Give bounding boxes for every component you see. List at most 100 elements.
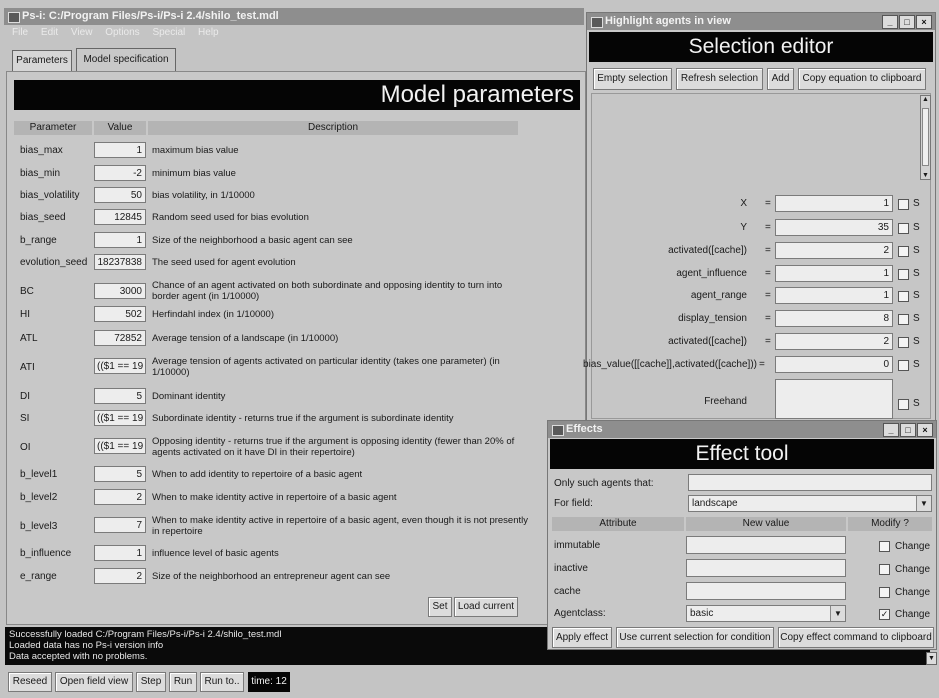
param-value-field[interactable]: 3000: [94, 283, 146, 299]
param-value-field[interactable]: 5: [94, 388, 146, 404]
freehand-input[interactable]: [775, 379, 893, 419]
empty-selection-button[interactable]: Empty selection: [593, 68, 672, 90]
field-checkbox[interactable]: [898, 246, 909, 257]
param-value-field[interactable]: (($1 == 19: [94, 438, 146, 454]
change-checkbox[interactable]: [879, 564, 890, 575]
field-value-input[interactable]: 0: [775, 356, 893, 373]
selection-scrollbar[interactable]: ▲ ▼: [920, 95, 931, 180]
set-button[interactable]: Set: [428, 597, 452, 617]
close-icon[interactable]: ×: [917, 423, 933, 437]
attribute-value-input[interactable]: [686, 582, 846, 600]
field-label: bias_value([[cache]],activated([cache])): [583, 359, 757, 370]
field-value-input[interactable]: 8: [775, 310, 893, 327]
param-value-field[interactable]: 1: [94, 545, 146, 561]
field-checkbox[interactable]: [898, 360, 909, 371]
checkbox-label: S: [913, 222, 920, 233]
param-value-field[interactable]: 1: [94, 142, 146, 158]
attribute-row: inactive Change: [548, 559, 936, 579]
attribute-value-input[interactable]: [686, 559, 846, 577]
menu-file[interactable]: File: [12, 27, 28, 38]
param-value-field[interactable]: 7: [94, 517, 146, 533]
equals-sign: =: [765, 268, 771, 279]
field-label: agent_range: [690, 290, 747, 301]
param-value-field[interactable]: -2: [94, 165, 146, 181]
model-parameters-title: Model parameters: [380, 81, 574, 108]
checkbox-label: S: [913, 336, 920, 347]
freehand-checkbox[interactable]: [898, 399, 909, 410]
field-checkbox[interactable]: [898, 291, 909, 302]
tab-model-specification[interactable]: Model specification: [76, 48, 176, 71]
param-value-field[interactable]: 1: [94, 232, 146, 248]
run-button[interactable]: Run: [169, 672, 197, 692]
field-value-input[interactable]: 1: [775, 287, 893, 304]
change-checkbox[interactable]: ✓: [879, 609, 890, 620]
add-button[interactable]: Add: [767, 68, 794, 90]
open-field-view-button[interactable]: Open field view: [55, 672, 133, 692]
field-checkbox[interactable]: [898, 337, 909, 348]
condition-input[interactable]: [688, 474, 932, 491]
param-value-field[interactable]: 502: [94, 306, 146, 322]
field-value-input[interactable]: 2: [775, 333, 893, 350]
selection-title-bar[interactable]: Highlight agents in view _ □ ×: [587, 13, 935, 30]
param-value-field[interactable]: 2: [94, 568, 146, 584]
step-button[interactable]: Step: [136, 672, 166, 692]
equals-sign: =: [759, 359, 765, 370]
field-value-input[interactable]: 1: [775, 195, 893, 212]
field-value-input[interactable]: 2: [775, 242, 893, 259]
agentclass-select[interactable]: basic ▼: [686, 605, 846, 622]
field-checkbox[interactable]: [898, 314, 909, 325]
change-checkbox[interactable]: [879, 587, 890, 598]
close-icon[interactable]: ×: [916, 15, 932, 29]
refresh-selection-button[interactable]: Refresh selection: [676, 68, 763, 90]
field-checkbox[interactable]: [898, 223, 909, 234]
use-current-selection-button[interactable]: Use current selection for condition: [616, 627, 774, 648]
run-to-button[interactable]: Run to..: [200, 672, 244, 692]
param-name: DI: [20, 391, 30, 402]
scroll-up-icon: ▲: [922, 96, 929, 103]
menu-help[interactable]: Help: [198, 27, 219, 38]
param-value-field[interactable]: (($1 == 19: [94, 358, 146, 374]
minimize-icon[interactable]: _: [883, 423, 899, 437]
checkmark-icon: ✓: [880, 609, 889, 619]
main-title-bar[interactable]: Ps-i: C:/Program Files/Ps-i/Ps-i 2.4/shi…: [4, 8, 584, 25]
log-scrollbar[interactable]: ▼: [926, 652, 937, 665]
maximize-icon[interactable]: □: [899, 15, 915, 29]
param-value-field[interactable]: 72852: [94, 330, 146, 346]
effects-title-bar[interactable]: Effects _ □ ×: [548, 421, 936, 438]
maximize-icon[interactable]: □: [900, 423, 916, 437]
field-label: activated([cache]): [668, 336, 747, 347]
reseed-button[interactable]: Reseed: [8, 672, 52, 692]
menu-edit[interactable]: Edit: [41, 27, 58, 38]
field-checkbox[interactable]: [898, 269, 909, 280]
param-value-field[interactable]: 5: [94, 466, 146, 482]
tab-parameters[interactable]: Parameters: [12, 50, 72, 71]
param-value-field[interactable]: (($1 == 19: [94, 410, 146, 426]
checkbox-label: S: [913, 398, 920, 409]
field-label: display_tension: [678, 313, 747, 324]
attribute-value-input[interactable]: [686, 536, 846, 554]
selection-window: Highlight agents in view _ □ × Selection…: [583, 12, 936, 422]
field-value-input[interactable]: 35: [775, 219, 893, 236]
param-value-field[interactable]: 12845: [94, 209, 146, 225]
copy-equation-button[interactable]: Copy equation to clipboard: [798, 68, 926, 90]
scroll-thumb[interactable]: [922, 108, 929, 166]
param-value-field[interactable]: 50: [94, 187, 146, 203]
attribute-name: inactive: [554, 563, 588, 574]
field-value-input[interactable]: 1: [775, 265, 893, 282]
minimize-icon[interactable]: _: [882, 15, 898, 29]
field-checkbox[interactable]: [898, 199, 909, 210]
load-current-button[interactable]: Load current: [454, 597, 518, 617]
menu-view[interactable]: View: [71, 27, 93, 38]
param-name: OI: [20, 442, 31, 453]
change-checkbox[interactable]: [879, 541, 890, 552]
window-icon: [591, 17, 603, 28]
param-value-field[interactable]: 18237838: [94, 254, 146, 270]
field-select[interactable]: landscape ▼: [688, 495, 932, 512]
menu-options[interactable]: Options: [105, 27, 139, 38]
apply-effect-button[interactable]: Apply effect: [552, 627, 612, 648]
copy-effect-command-button[interactable]: Copy effect command to clipboard: [778, 627, 934, 648]
menu-bar: File Edit View Options Special Help: [12, 27, 229, 41]
param-value-field[interactable]: 2: [94, 489, 146, 505]
param-description: Random seed used for bias evolution: [152, 212, 309, 223]
menu-special[interactable]: Special: [152, 27, 185, 38]
